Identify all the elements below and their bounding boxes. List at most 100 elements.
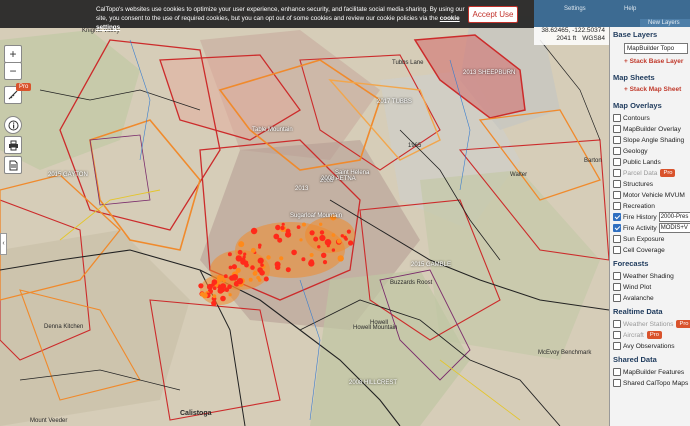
checkbox[interactable] (613, 213, 621, 221)
checkbox[interactable] (613, 379, 621, 387)
layer-row[interactable]: Contours (613, 113, 650, 123)
layer-select[interactable]: 2000-Pres (658, 212, 690, 222)
collapse-tab[interactable]: ‹ (0, 233, 7, 255)
checkbox[interactable] (613, 342, 621, 350)
cookie-banner: CalTopo's websites use cookies to optimi… (0, 0, 534, 31)
fire-hotspot (291, 249, 297, 256)
checkbox[interactable] (613, 114, 621, 122)
fire-hotspot (221, 288, 225, 293)
layer-row[interactable]: Weather Stations Pro (613, 319, 690, 329)
fire-hotspot (250, 247, 256, 253)
section-title-map-sheets: Map Sheets (613, 73, 655, 82)
fire-hotspot (258, 245, 262, 249)
layer-row[interactable]: Slope Angle Shading (613, 135, 684, 145)
checkbox[interactable] (613, 136, 621, 144)
accept-button[interactable]: Accept Use (468, 6, 518, 23)
layer-select[interactable]: MODIS+V (658, 223, 690, 233)
checkbox[interactable] (613, 235, 621, 243)
zoom-out-button[interactable]: − (4, 62, 22, 80)
checkbox[interactable] (613, 272, 621, 280)
fire-hotspot (296, 225, 301, 230)
top-bar: Settings Help New Layers (534, 0, 690, 27)
fire-hotspot (331, 233, 336, 237)
layer-row[interactable]: Geology (613, 146, 648, 156)
fire-hotspot (301, 257, 306, 262)
layer-row[interactable]: Avalanche (613, 293, 654, 303)
fire-hotspot (211, 300, 217, 306)
layer-row[interactable]: MapBuilder Overlay (613, 124, 681, 134)
layer-row[interactable]: Wind Plot (613, 282, 651, 292)
layers-panel: Base Layers MapBuilder Topo + Stack Base L… (609, 27, 690, 426)
map-label: Mount Veeder (30, 418, 68, 424)
layer-label: Weather Stations (623, 320, 674, 328)
new-layers-tab[interactable]: New Layers (640, 19, 690, 27)
layer-row[interactable]: Fire History 2000-Pres (613, 212, 690, 222)
fire-hotspot (309, 230, 315, 236)
fire-hotspot (237, 249, 243, 255)
checkbox[interactable] (613, 191, 621, 199)
layer-row[interactable]: Aircraft Pro (613, 330, 662, 340)
map-label: 1965 (408, 143, 422, 149)
layer-row[interactable]: Structures (613, 179, 653, 189)
chevron-left-icon: ‹ (2, 240, 5, 247)
layer-row[interactable]: Public Lands (613, 157, 661, 167)
fire-hotspot (223, 274, 228, 279)
layer-row[interactable]: Fire Activity MODIS+V (613, 223, 690, 233)
checkbox[interactable] (613, 224, 621, 232)
cookie-text: CalTopo's websites use cookies to optimi… (96, 5, 476, 32)
checkbox[interactable] (613, 202, 621, 210)
map-canvas[interactable]: Knights Valley Table Mountain Saint Helena… (0, 0, 609, 426)
layer-row[interactable]: Avy Observations (613, 341, 675, 351)
checkbox[interactable] (613, 246, 621, 254)
fire-hotspot (319, 222, 323, 226)
section-title-base-layers: Base Layers (613, 30, 658, 39)
pro-badge: Pro (16, 83, 32, 91)
base-layer-select[interactable]: MapBuilder Topo (624, 43, 688, 54)
export-button[interactable] (4, 156, 22, 174)
fire-hotspot (228, 265, 233, 270)
map-label: Barton (584, 158, 602, 164)
zoom-in-button[interactable]: + (4, 45, 22, 63)
fire-hotspot (280, 225, 285, 231)
stack-map-sheet-link[interactable]: + Stack Map Sheet (624, 86, 681, 93)
fire-hotspot (336, 238, 342, 244)
checkbox[interactable] (613, 158, 621, 166)
checkbox[interactable] (613, 331, 621, 339)
layer-label: Slope Angle Shading (623, 136, 685, 144)
help-link[interactable]: Help (624, 6, 636, 12)
fire-hotspot (279, 256, 284, 261)
checkbox[interactable] (613, 320, 621, 328)
fire-hotspot (248, 277, 253, 282)
layer-row[interactable]: Parcel Data Pro (613, 168, 676, 178)
stack-base-layer-link[interactable]: + Stack Base Layer (624, 58, 683, 65)
layer-row[interactable]: Motor Vehicle MVUM (613, 190, 685, 200)
checkbox[interactable] (613, 169, 621, 177)
print-button[interactable] (4, 136, 22, 154)
map-label: 2015 GAYTON (48, 172, 88, 178)
layer-label: Geology (623, 147, 648, 155)
map-label: Tubbs Lane (392, 60, 424, 66)
fire-hotspot (285, 267, 291, 273)
fire-hotspot (319, 230, 325, 235)
map-label: 2015 GAMBLE (411, 262, 452, 268)
map-label: Denna Kitchen (44, 324, 84, 330)
layer-row[interactable]: Sun Exposure (613, 234, 664, 244)
layer-row[interactable]: Recreation (613, 201, 655, 211)
fire-hotspot (275, 224, 281, 231)
layer-row[interactable]: Cell Coverage (613, 245, 665, 255)
fire-hotspot (220, 295, 226, 302)
checkbox[interactable] (613, 147, 621, 155)
checkbox[interactable] (613, 180, 621, 188)
checkbox[interactable] (613, 368, 621, 376)
checkbox[interactable] (613, 125, 621, 133)
layer-row[interactable]: Shared CalTopo Maps (613, 378, 688, 388)
checkbox[interactable] (613, 283, 621, 291)
info-icon (8, 120, 18, 130)
file-icon (9, 160, 17, 170)
layer-row[interactable]: Weather Shading (613, 271, 674, 281)
checkbox[interactable] (613, 294, 621, 302)
layer-row[interactable]: MapBuilder Features (613, 367, 684, 377)
settings-link[interactable]: Settings (564, 6, 586, 12)
info-button[interactable] (4, 116, 22, 134)
fire-hotspot (309, 259, 314, 264)
